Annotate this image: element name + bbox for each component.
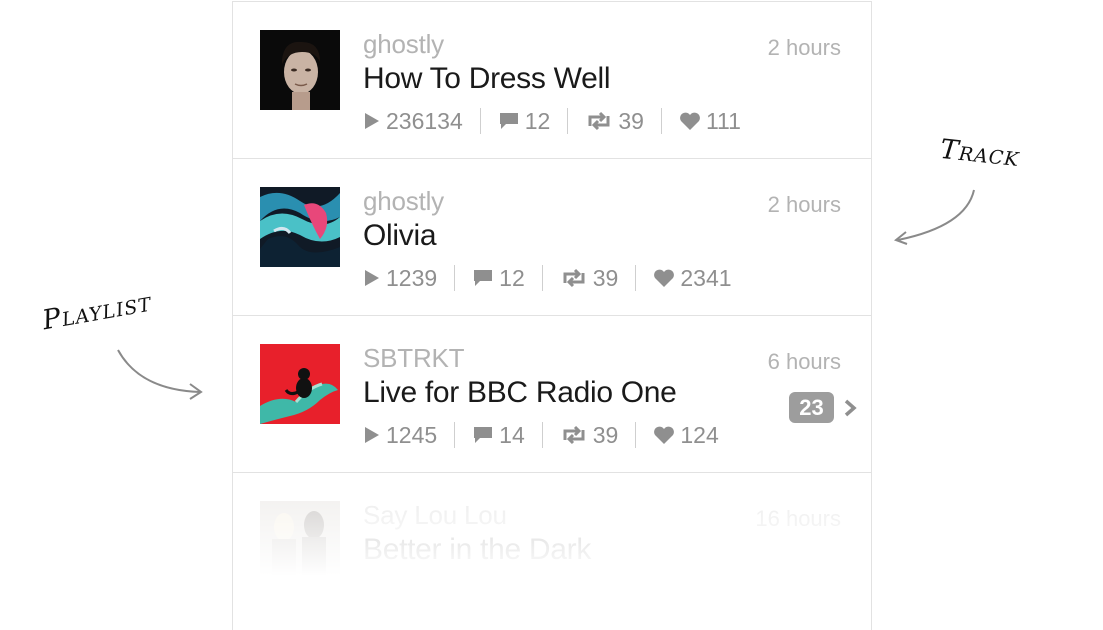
track-stats: 236134 12 39 111 [363,108,758,134]
play-count: 236134 [363,108,480,134]
comment-count-value: 14 [499,421,525,448]
chevron-right-icon[interactable] [843,399,857,417]
track-title[interactable]: Better in the Dark [363,533,591,567]
play-count-value: 1245 [386,421,438,448]
track-count-badge[interactable]: 23 [789,392,834,423]
play-count-value: 236134 [386,107,463,134]
heart-icon [654,426,675,444]
playlist-user[interactable]: SBTRKT [363,343,465,374]
playlist-artwork[interactable] [260,344,340,424]
playlist-stats: 1245 14 39 124 [363,422,736,448]
abstract-paint-art-icon [260,187,340,267]
track-artwork[interactable] [260,501,340,581]
comment-count[interactable]: 12 [454,265,542,291]
playlist-title[interactable]: Live for BBC Radio One [363,376,677,410]
heart-icon [654,269,675,287]
repost-count[interactable]: 39 [541,421,636,448]
playlist-row[interactable]: SBTRKT Live for BBC Radio One 6 hours 23… [233,316,871,473]
comment-icon [499,113,518,129]
track-stats: 1239 12 39 2341 [363,265,749,291]
track-row[interactable]: ghostly Olivia 2 hours 1239 12 39 2341 [233,159,871,316]
play-icon [365,270,379,286]
playlist-time: 6 hours [767,349,841,374]
like-count[interactable]: 111 [660,107,758,134]
repost-count-value: 39 [592,421,619,448]
track-time: 2 hours [767,192,841,217]
track-user[interactable]: ghostly [363,29,444,60]
track-row[interactable]: Say Lou Lou Better in the Dark 16 hours [233,473,871,630]
repost-icon [563,268,585,288]
like-count-value: 111 [705,107,741,134]
comment-count[interactable]: 14 [454,422,542,448]
comment-count-value: 12 [499,264,525,291]
track-title[interactable]: Olivia [363,219,437,253]
repost-count[interactable]: 39 [567,108,661,134]
repost-count[interactable]: 39 [541,264,636,291]
play-count-value: 1239 [386,264,438,291]
group-photo-icon [260,501,340,581]
track-user[interactable]: ghostly [363,186,444,217]
repost-icon [563,425,585,445]
portrait-photo-icon [260,30,340,110]
like-count[interactable]: 124 [635,422,735,448]
play-count: 1245 [363,422,454,448]
track-time: 2 hours [767,35,841,60]
comment-icon [474,427,493,443]
track-artwork[interactable] [260,30,340,110]
play-count: 1239 [363,265,454,291]
like-count[interactable]: 2341 [635,265,748,291]
activity-feed: ghostly How To Dress Well 2 hours 236134… [232,1,872,630]
repost-count-value: 39 [592,264,619,291]
track-title[interactable]: How To Dress Well [363,62,611,96]
playlist-arrow-icon [117,349,203,400]
comment-count-value: 12 [524,107,551,134]
comment-icon [474,270,493,286]
play-icon [365,427,379,443]
repost-icon [588,111,610,131]
like-count-value: 124 [680,421,719,448]
playlist-annotation: Playlist [40,286,154,337]
play-icon [365,113,379,129]
heart-icon [680,112,700,130]
hand-figure-art-icon [260,344,340,424]
track-annotation: Track [938,133,1022,174]
comment-count[interactable]: 12 [479,107,568,134]
track-user[interactable]: Say Lou Lou [363,500,507,531]
track-time: 16 hours [755,506,841,531]
track-row[interactable]: ghostly How To Dress Well 2 hours 236134… [233,2,871,159]
repost-count-value: 39 [618,107,644,134]
track-artwork[interactable] [260,187,340,267]
like-count-value: 2341 [680,264,732,291]
track-arrow-icon [893,189,975,245]
